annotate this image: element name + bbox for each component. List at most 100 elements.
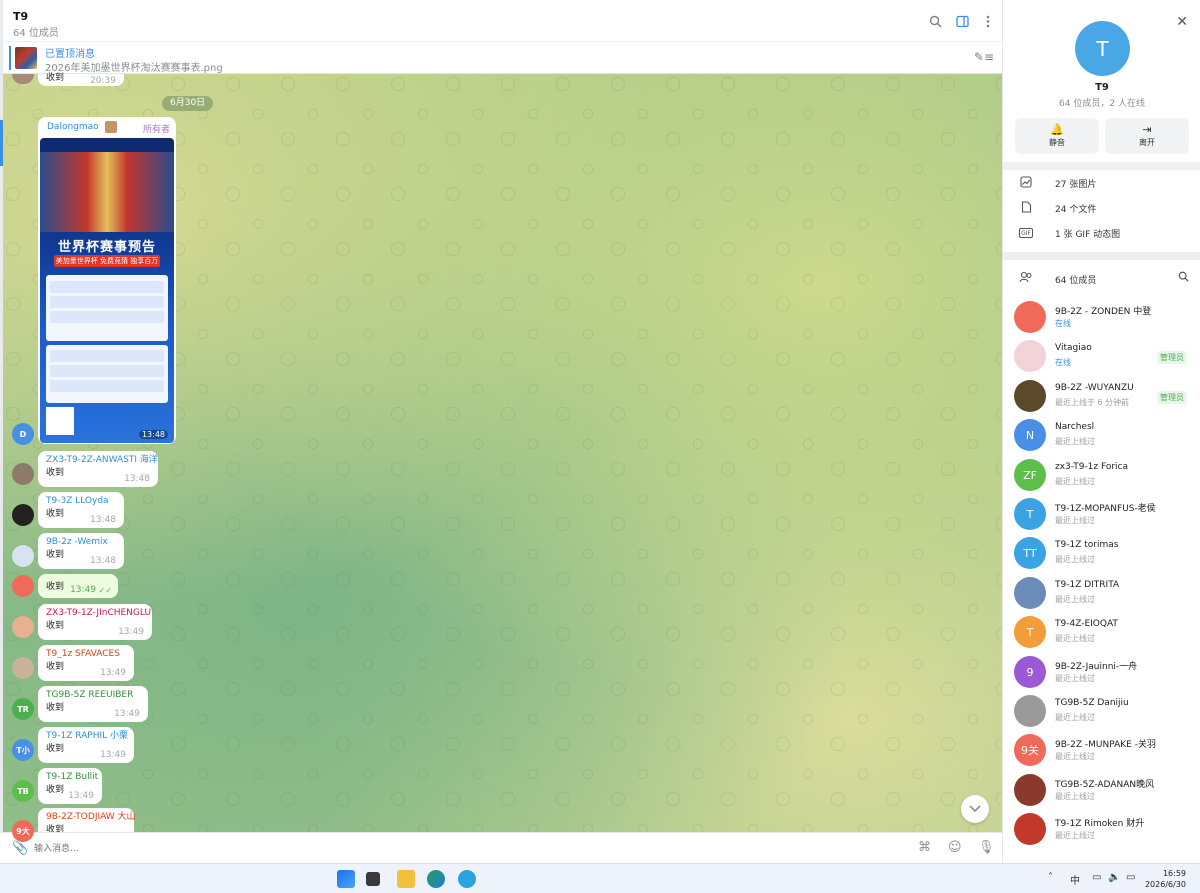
member-item[interactable]: T T9-1Z-MOPANFUS-老侯 最近上线过	[1003, 495, 1200, 534]
group-avatar[interactable]: T	[1075, 21, 1130, 76]
ime-indicator[interactable]: 中	[1070, 872, 1080, 887]
member-item[interactable]: ZF zx3-T9-1z Forica 最近上线过	[1003, 456, 1200, 495]
message-bubble[interactable]: T9-3Z LLOyda 收到 13:48	[38, 492, 124, 528]
taskview-icon[interactable]	[366, 872, 380, 886]
member-item[interactable]: 9B-2Z - ZONDEN 中登 在线	[1003, 298, 1200, 337]
more-menu-icon[interactable]	[980, 13, 996, 29]
avatar[interactable]	[12, 463, 34, 485]
system-clock[interactable]: 16:59 2026/6/30	[1145, 868, 1186, 890]
message-bubble[interactable]: T9-1Z RAPHIL 小栗 收到 13:49	[38, 727, 134, 763]
member-item[interactable]: 9B-2Z -WUYANZU 最近上线于 6 分钟前 管理员	[1003, 377, 1200, 416]
member-item[interactable]: N Narchesl 最近上线过	[1003, 416, 1200, 455]
avatar[interactable]	[12, 504, 34, 526]
member-item[interactable]: T T9-4Z-EIOQAT 最近上线过	[1003, 613, 1200, 652]
sender-name[interactable]: 9B-2Z-TODJIAW 大山	[46, 811, 136, 824]
member-item[interactable]: 9关 9B-2Z -MUNPAKE -关羽 最近上线过	[1003, 731, 1200, 770]
message-bubble[interactable]: ZX3-T9-2Z-ANWASTI 海洋 收到 13:48	[38, 451, 158, 487]
sidebar-toggle-icon[interactable]	[954, 13, 970, 29]
member-item[interactable]: TG9B-5Z Danijiu 最近上线过	[1003, 692, 1200, 731]
message-bubble[interactable]: 9B-2z -Wemix 收到 13:48	[38, 533, 124, 569]
member-item[interactable]: 9 9B-2Z-Jauinni-一舟 最近上线过	[1003, 653, 1200, 692]
message-bubble[interactable]: TG9B-5Z REEUIBER 收到 13:49	[38, 686, 148, 722]
avatar[interactable]: T小	[12, 739, 34, 761]
edge-browser-icon[interactable]	[427, 870, 445, 888]
member-avatar[interactable]: 9	[1014, 656, 1046, 688]
start-menu-icon[interactable]	[337, 870, 355, 888]
member-avatar[interactable]: T	[1014, 616, 1046, 648]
leave-button[interactable]: ⇥ 离开	[1105, 118, 1189, 154]
microphone-icon[interactable]: 🎙	[978, 840, 995, 855]
avatar[interactable]: 9大	[12, 820, 34, 842]
message-time: 13:49	[70, 585, 96, 595]
group-status: 64 位成员，2 人在线	[1059, 99, 1145, 109]
emoji-icon[interactable]: ☺	[948, 840, 962, 855]
message-bubble-partial[interactable]: 收到 20:39	[38, 73, 124, 86]
member-name: Narchesl	[1055, 422, 1095, 432]
avatar[interactable]: TB	[12, 780, 34, 802]
poster-players-image	[40, 152, 174, 232]
avatar[interactable]	[12, 657, 34, 679]
member-avatar[interactable]	[1014, 577, 1046, 609]
message-bubble[interactable]: 收到 13:49 ✓✓	[38, 574, 118, 598]
battery-icon[interactable]: ▭	[1126, 872, 1135, 883]
member-item[interactable]: T9-1Z DITRITA 最近上线过	[1003, 574, 1200, 613]
media-gifs[interactable]: GIF 1 张 GIF 动态图	[1003, 220, 1200, 245]
bot-command-icon[interactable]: ⌘	[918, 840, 931, 855]
member-avatar[interactable]	[1014, 380, 1046, 412]
sender-name[interactable]: TG9B-5Z REEUIBER	[46, 689, 140, 702]
pinned-message-bar[interactable]: 已置顶消息 2026年美加墨世界杯淘汰赛赛事表.png ✎≡	[3, 42, 1002, 74]
sender-name[interactable]: 9B-2z -Wemix	[46, 536, 116, 549]
member-avatar[interactable]	[1014, 301, 1046, 333]
message-bubble[interactable]: T9-1Z Bullit 收到 13:49	[38, 768, 102, 804]
member-item[interactable]: TG9B-5Z-ADANAN晚风 最近上线过	[1003, 771, 1200, 810]
volume-icon[interactable]: 🔈	[1108, 872, 1120, 883]
search-members-icon[interactable]	[1178, 271, 1189, 285]
member-avatar[interactable]: ZF	[1014, 459, 1046, 491]
telegram-taskbar-icon[interactable]	[458, 870, 476, 888]
avatar[interactable]: TR	[12, 698, 34, 720]
member-avatar[interactable]: N	[1014, 419, 1046, 451]
member-item[interactable]: T9-1Z Rimoken 财升 最近上线过	[1003, 810, 1200, 849]
media-files[interactable]: 24 个文件	[1003, 195, 1200, 220]
member-avatar[interactable]: T	[1014, 498, 1046, 530]
member-item[interactable]: Vitagiao 在线 管理员	[1003, 337, 1200, 376]
member-avatar[interactable]	[1014, 813, 1046, 845]
sender-name[interactable]: T9-1Z RAPHIL 小栗	[46, 730, 128, 743]
message-bubble[interactable]: T9_1z SFAVACES 收到 13:49	[38, 645, 134, 681]
close-icon[interactable]: ✕	[1176, 14, 1188, 30]
scroll-down-button[interactable]	[961, 795, 989, 823]
member-item[interactable]: TT T9-1Z torimas 最近上线过	[1003, 534, 1200, 573]
search-icon[interactable]	[927, 13, 943, 29]
sender-name[interactable]: T9_1z SFAVACES	[46, 648, 126, 661]
sender-name[interactable]: ZX3-T9-1Z-JInCHENGLU	[46, 607, 151, 620]
member-avatar[interactable]	[1014, 774, 1046, 806]
media-label: 27 张图片	[1055, 180, 1097, 190]
chat-header[interactable]: T9 64 位成员	[3, 0, 1002, 42]
pinned-list-icon[interactable]: ✎≡	[974, 50, 994, 64]
member-avatar[interactable]: TT	[1014, 537, 1046, 569]
sender-name[interactable]: T9-1Z Bullit	[46, 771, 98, 784]
poster-image[interactable]: 世界杯赛事预告 美加墨世界杯 免费竞猜 独享百万 13:48	[40, 138, 174, 443]
leave-icon: ⇥	[1142, 123, 1152, 136]
chevron-up-icon[interactable]: ˄	[1048, 872, 1053, 883]
mute-button[interactable]: 🔔 静音	[1015, 118, 1099, 154]
network-icon[interactable]: ▭	[1092, 872, 1101, 883]
poster-message[interactable]: Dalongmao 所有者 世界杯赛事预告 美加墨世界杯 免费竞猜 独享百万 1…	[38, 117, 176, 444]
avatar[interactable]	[12, 545, 34, 567]
message-bubble[interactable]: 9B-2Z-TODJIAW 大山 收到	[38, 808, 136, 835]
avatar[interactable]	[12, 616, 34, 638]
file-explorer-icon[interactable]	[397, 870, 415, 888]
media-photos[interactable]: 27 张图片	[1003, 170, 1200, 195]
attach-icon[interactable]: 📎	[12, 841, 28, 856]
message-bubble[interactable]: ZX3-T9-1Z-JInCHENGLU 收到 13:49	[38, 604, 152, 640]
sender-name[interactable]: ZX3-T9-2Z-ANWASTI 海洋	[46, 454, 158, 467]
member-avatar[interactable]: 9关	[1014, 734, 1046, 766]
message-input[interactable]	[34, 840, 874, 857]
avatar[interactable]: D	[12, 423, 34, 445]
member-status: 最近上线过	[1055, 595, 1095, 604]
sender-name[interactable]: Dalongmao	[47, 122, 99, 132]
sender-name[interactable]: T9-3Z LLOyda	[46, 495, 116, 508]
avatar[interactable]	[12, 575, 34, 597]
member-avatar[interactable]	[1014, 695, 1046, 727]
member-avatar[interactable]	[1014, 340, 1046, 372]
